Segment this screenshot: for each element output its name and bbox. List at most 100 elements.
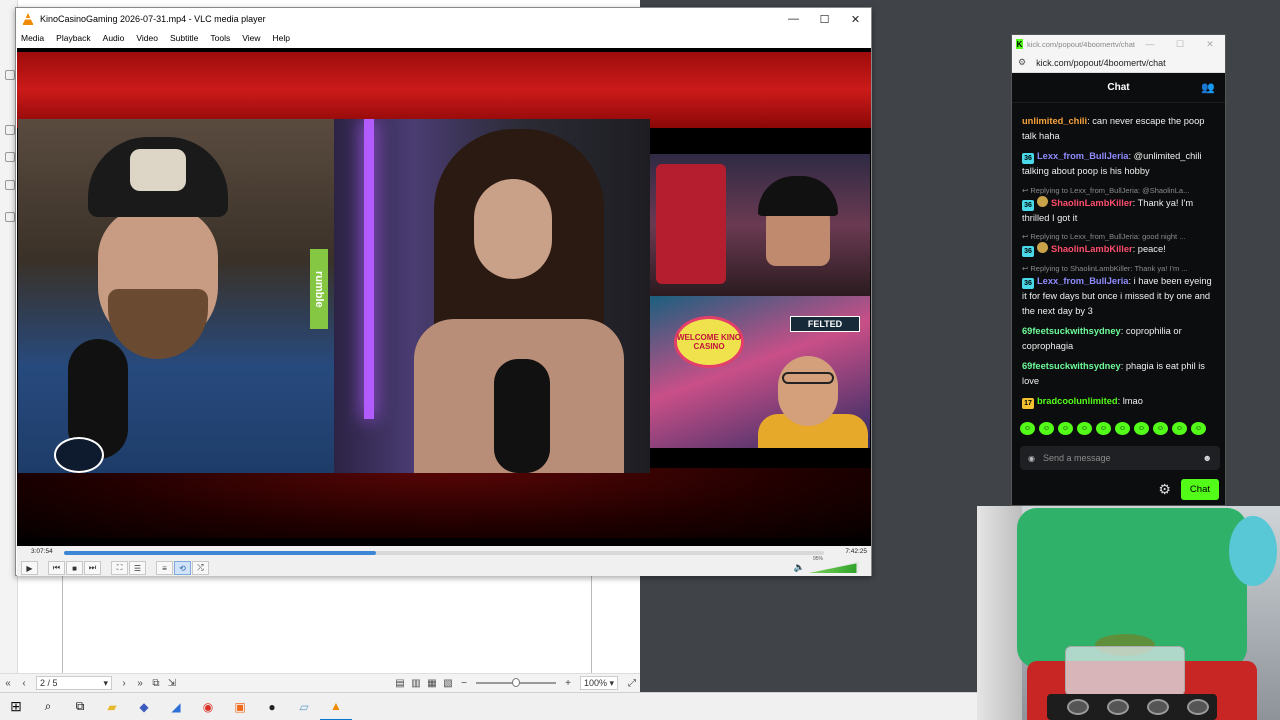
menu-audio[interactable]: Audio xyxy=(103,33,125,43)
extended-settings-button[interactable]: ☰ xyxy=(129,561,146,575)
app-icon[interactable]: ◢ xyxy=(160,693,192,720)
chrome-icon[interactable]: ◉ xyxy=(192,693,224,720)
minimize-button[interactable]: — xyxy=(778,8,809,30)
first-page-icon[interactable]: « xyxy=(0,675,16,691)
next-page-icon[interactable]: › xyxy=(116,675,132,691)
chat-username[interactable]: 69feetsuckwithsydney xyxy=(1022,361,1121,371)
users-icon[interactable]: 👥 xyxy=(1201,81,1215,94)
app-icon[interactable]: ◆ xyxy=(128,693,160,720)
vlc-window-title: KinoCasinoGaming 2026-07-31.mp4 - VLC me… xyxy=(40,14,266,24)
menu-view[interactable]: View xyxy=(242,33,260,43)
emote-picker-icon[interactable]: ◉ xyxy=(1028,454,1035,463)
gear-icon[interactable]: ⚙ xyxy=(1158,481,1171,498)
seek-bar[interactable] xyxy=(64,551,824,555)
previous-button[interactable]: ⏮ xyxy=(48,561,65,575)
emote-icon[interactable]: ☺ xyxy=(1058,422,1073,435)
menu-playback[interactable]: Playback xyxy=(56,33,91,43)
address-bar[interactable]: ⚙ kick.com/popout/4boomertv/chat xyxy=(1012,53,1225,73)
speaker-icon[interactable]: 🔈 xyxy=(794,562,805,573)
close-button[interactable]: ✕ xyxy=(840,8,871,30)
smiley-icon[interactable]: ☻ xyxy=(1203,453,1212,463)
single-page-view-icon[interactable]: ▤ xyxy=(392,675,408,691)
emote-icon[interactable]: ☺ xyxy=(1039,422,1054,435)
emote-icon[interactable]: ☺ xyxy=(1115,422,1130,435)
send-chat-button[interactable]: Chat xyxy=(1180,478,1219,500)
maximize-button[interactable]: ☐ xyxy=(809,8,840,30)
menu-tools[interactable]: Tools xyxy=(210,33,230,43)
play-button[interactable]: ▶ xyxy=(21,561,38,575)
chat-username[interactable]: Lexx_from_BullJeria xyxy=(1037,151,1128,161)
maximize-button[interactable]: ☐ xyxy=(1165,39,1195,50)
copy-icon[interactable]: ⧉ xyxy=(148,675,164,691)
fit-page-icon[interactable]: ⤢ xyxy=(624,675,640,691)
chat-username[interactable]: 69feetsuckwithsydney xyxy=(1022,326,1121,336)
emote-icon[interactable]: ☺ xyxy=(1077,422,1092,435)
sidebar-icon[interactable] xyxy=(5,180,15,190)
two-page-view-icon[interactable]: ▦ xyxy=(424,675,440,691)
continuous-view-icon[interactable]: ▥ xyxy=(408,675,424,691)
file-explorer-icon[interactable]: ▰ xyxy=(96,693,128,720)
emote-icon[interactable]: ☺ xyxy=(1134,422,1149,435)
chat-titlebar[interactable]: K kick.com/popout/4boomertv/chat — ☐ ✕ xyxy=(1012,35,1225,53)
windows-start-icon[interactable]: ⊞ xyxy=(0,693,32,720)
reply-context[interactable]: ↩ Replying to Lexx_from_BullJeria: good … xyxy=(1022,231,1218,242)
taskbar: ⊞ ⌕ ⧉ ▰ ◆ ◢ ◉ ▣ ● ▱ ▲ xyxy=(0,692,977,720)
sidebar-icon[interactable] xyxy=(5,70,15,80)
volume-control[interactable]: 🔈 95% xyxy=(794,556,859,573)
zoom-slider-thumb[interactable] xyxy=(512,678,520,687)
chat-username[interactable]: ShaolinLambKiller xyxy=(1051,244,1133,254)
emote-icon[interactable]: ☺ xyxy=(1191,422,1206,435)
export-icon[interactable]: ⇲ xyxy=(164,675,180,691)
book-view-icon[interactable]: ▧ xyxy=(440,675,456,691)
reply-context[interactable]: ↩ Replying to ShaolinLambKiller: Thank y… xyxy=(1022,263,1218,274)
menu-help[interactable]: Help xyxy=(272,33,289,43)
sidebar-icon[interactable] xyxy=(5,152,15,162)
chat-text: : peace! xyxy=(1132,244,1166,254)
fullscreen-button[interactable]: ⛶ xyxy=(111,561,128,575)
video-area[interactable]: rumble WELCOME KINO CASINO FELTED xyxy=(17,48,871,546)
menu-video[interactable]: Video xyxy=(136,33,158,43)
volume-slider[interactable]: 95% xyxy=(809,556,859,573)
app-icon[interactable]: ▱ xyxy=(288,693,320,720)
chat-username[interactable]: Lexx_from_BullJeria xyxy=(1037,276,1128,286)
emote-icon[interactable]: ☺ xyxy=(1153,422,1168,435)
reply-context[interactable]: ↩ Replying to Lexx_from_BullJeria: @Shao… xyxy=(1022,185,1218,196)
plush-toy xyxy=(1229,516,1277,586)
prev-page-icon[interactable]: ‹ xyxy=(16,675,32,691)
task-view-icon[interactable]: ⧉ xyxy=(64,693,96,720)
menu-subtitle[interactable]: Subtitle xyxy=(170,33,198,43)
channel-logo xyxy=(54,437,104,473)
next-button[interactable]: ⏭ xyxy=(84,561,101,575)
gifter-badge-icon xyxy=(1037,195,1048,207)
zoom-field[interactable]: 100% ▾ xyxy=(580,676,618,690)
menu-media[interactable]: Media xyxy=(21,33,44,43)
chat-username[interactable]: unlimited_chili xyxy=(1022,116,1087,126)
site-settings-icon[interactable]: ⚙ xyxy=(1018,57,1026,68)
zoom-out-icon[interactable]: − xyxy=(456,675,472,691)
loop-button[interactable]: ⟲ xyxy=(174,561,191,575)
shuffle-button[interactable]: ⤮ xyxy=(192,561,209,575)
emote-icon[interactable]: ☺ xyxy=(1096,422,1111,435)
stop-button[interactable]: ■ xyxy=(66,561,83,575)
chat-username[interactable]: bradcoolunlimited xyxy=(1037,396,1118,406)
minimize-button[interactable]: — xyxy=(1135,39,1165,50)
vlc-taskbar-icon[interactable]: ▲ xyxy=(320,693,352,720)
host-cap xyxy=(88,137,228,217)
reader-icon[interactable]: ▣ xyxy=(224,693,256,720)
close-button[interactable]: ✕ xyxy=(1195,39,1225,50)
vlc-titlebar[interactable]: KinoCasinoGaming 2026-07-31.mp4 - VLC me… xyxy=(16,8,871,30)
zoom-in-icon[interactable]: + xyxy=(560,675,576,691)
page-number-field[interactable]: 2 / 5 ▾ xyxy=(36,676,112,690)
playlist-button[interactable]: ≡ xyxy=(156,561,173,575)
last-page-icon[interactable]: » xyxy=(132,675,148,691)
sidebar-icon[interactable] xyxy=(5,212,15,222)
search-icon[interactable]: ⌕ xyxy=(32,693,64,720)
emote-icon[interactable]: ☺ xyxy=(1172,422,1187,435)
emote-icon[interactable]: ☺ xyxy=(1020,422,1035,435)
sidebar-icon[interactable] xyxy=(5,125,15,135)
zoom-slider[interactable] xyxy=(476,678,556,687)
streamer-cap xyxy=(758,176,838,216)
chat-username[interactable]: ShaolinLambKiller xyxy=(1051,198,1133,208)
obs-icon[interactable]: ● xyxy=(256,693,288,720)
chat-message-input[interactable]: ◉ Send a message ☻ xyxy=(1020,446,1220,470)
